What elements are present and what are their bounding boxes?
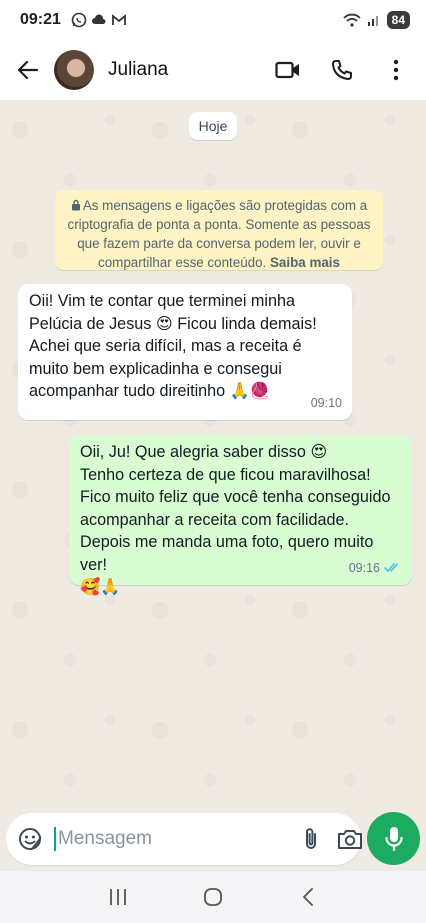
message-time: 09:10 — [310, 395, 342, 410]
home-icon — [204, 888, 222, 906]
more-vertical-icon — [393, 59, 399, 81]
sticker-button[interactable] — [18, 824, 42, 854]
message-outgoing[interactable]: Oii, Ju! Que alegria saber disso 😍 Tenho… — [69, 435, 412, 596]
more-options-button[interactable] — [376, 50, 416, 90]
paperclip-icon — [306, 828, 316, 849]
status-system-icons: 84 — [342, 11, 410, 29]
cloud-icon — [91, 14, 106, 24]
whatsapp-notification-icon — [71, 12, 87, 28]
message-input[interactable] — [54, 827, 303, 851]
video-call-button[interactable] — [268, 50, 308, 90]
back-nav-button[interactable] — [288, 877, 328, 917]
message-text: Oii! Vim te contar que terminei minha Pe… — [29, 292, 317, 400]
sticker-icon — [19, 828, 42, 850]
message-composer — [6, 813, 363, 865]
message-meta: 09:16 — [349, 557, 402, 580]
chevron-left-icon — [303, 888, 314, 906]
contact-avatar[interactable] — [54, 50, 94, 90]
attach-button[interactable] — [303, 821, 319, 857]
system-navigation-bar — [0, 871, 426, 923]
arrow-left-icon — [17, 60, 39, 80]
camera-icon — [338, 830, 362, 849]
battery-indicator: 84 — [386, 11, 410, 29]
message-meta: 09:10 — [311, 392, 342, 415]
lock-icon — [71, 199, 80, 211]
gmail-icon — [112, 14, 126, 25]
status-bar: 09:21 84 — [0, 0, 426, 40]
contact-name[interactable]: Juliana — [108, 59, 168, 81]
header-actions — [268, 50, 416, 90]
message-time: 09:16 — [348, 560, 380, 575]
chat-area[interactable]: Hoje As mensagens e ligações são protegi… — [0, 100, 426, 810]
status-time: 09:21 — [20, 11, 61, 28]
phone-icon — [332, 60, 352, 80]
wifi-icon — [342, 13, 361, 27]
camera-button[interactable] — [337, 821, 363, 857]
status-notification-icons — [71, 12, 127, 28]
signal-icon — [367, 16, 378, 26]
voice-call-button[interactable] — [322, 50, 362, 90]
recent-apps-button[interactable] — [98, 877, 138, 917]
back-button[interactable] — [10, 52, 46, 88]
video-camera-icon — [275, 61, 299, 79]
message-incoming[interactable]: Oii! Vim te contar que terminei minha Pe… — [18, 284, 352, 420]
home-button[interactable] — [193, 877, 233, 917]
double-check-icon — [384, 563, 398, 573]
recent-apps-icon — [109, 889, 126, 905]
voice-message-button[interactable] — [367, 812, 420, 865]
chat-header: Juliana — [0, 40, 426, 100]
microphone-icon — [384, 826, 403, 851]
date-chip: Hoje — [189, 112, 237, 140]
learn-more-link[interactable]: Saiba mais — [270, 255, 340, 270]
encryption-notice[interactable]: As mensagens e ligações são protegidas c… — [55, 190, 383, 270]
